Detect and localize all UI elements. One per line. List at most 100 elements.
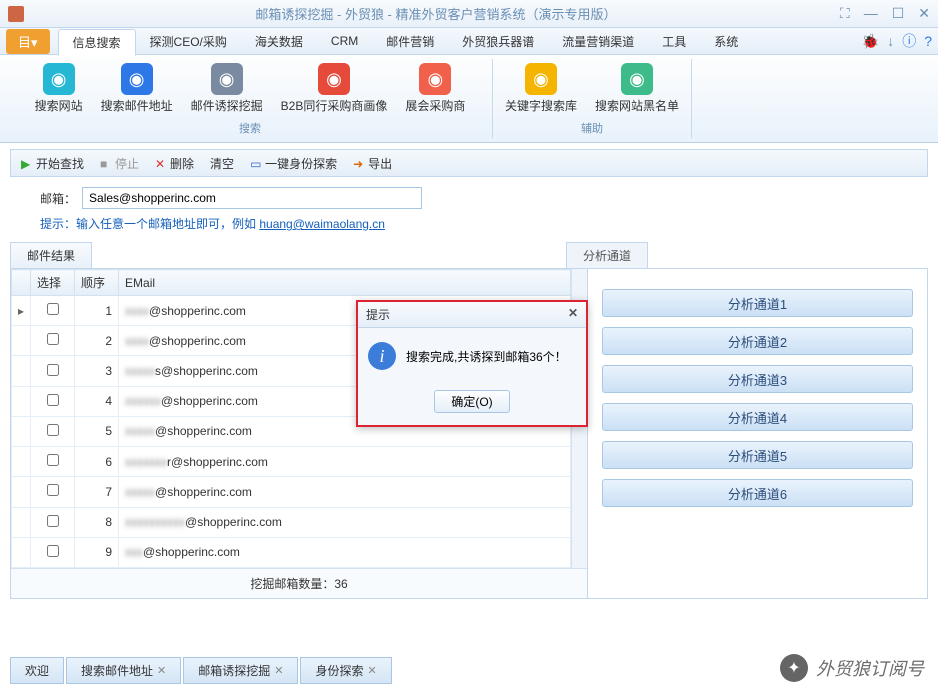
ribbon-icon: ◉ [43,63,75,95]
hint-text: 提示：输入任意一个邮箱地址即可，例如 huang@waimaolang.cn [40,215,918,232]
ribbon-icon: ◉ [525,63,557,95]
row-checkbox[interactable] [47,424,59,436]
ribbon-关键字搜索库[interactable]: ◉关键字搜索库 [497,59,585,118]
menu-customs[interactable]: 海关数据 [241,29,317,54]
tab-analysis[interactable]: 分析通道 [566,242,648,268]
menu-ceo[interactable]: 探测CEO/采购 [136,29,241,54]
row-checkbox-cell[interactable] [31,447,75,477]
row-checkbox[interactable] [47,394,59,406]
table-row[interactable]: 8xxxxxxxxxx@shopperinc.com [12,507,571,537]
ribbon-icon: ◉ [211,63,243,95]
ribbon-搜索网站黑名单[interactable]: ◉搜索网站黑名单 [587,59,687,118]
col-email: EMail [119,270,571,296]
maximize-icon[interactable]: ☐ [892,5,905,22]
row-pointer [12,416,31,446]
menu-mail-marketing[interactable]: 邮件营销 [372,29,448,54]
ribbon-邮件诱探挖掘[interactable]: ◉邮件诱探挖掘 [183,59,271,118]
row-checkbox-cell[interactable] [31,356,75,386]
email-input-row: 邮箱： [40,187,918,209]
menu-arsenal[interactable]: 外贸狼兵器谱 [448,29,548,54]
dialog-close-icon[interactable]: ✕ [568,306,578,323]
row-pointer [12,356,31,386]
row-checkbox-cell[interactable] [31,537,75,567]
tab-close-icon[interactable]: ✕ [368,664,377,677]
row-checkbox[interactable] [47,515,59,527]
row-checkbox[interactable] [47,303,59,315]
window-title: 邮箱诱探挖掘 - 外贸狼 - 精准外贸客户营销系统（演示专用版） [32,4,840,23]
ribbon-label: 搜索网站黑名单 [595,97,679,114]
minimize-icon[interactable]: — [864,5,878,22]
ribbon-label: 搜索邮件地址 [101,97,173,114]
ribbon-B2B同行采购商画像[interactable]: ◉B2B同行采购商画像 [273,59,396,118]
email-input[interactable] [82,187,422,209]
row-checkbox-cell[interactable] [31,326,75,356]
menu-traffic[interactable]: 流量营销渠道 [548,29,648,54]
close-icon[interactable]: ✕ [918,5,930,22]
table-row[interactable]: 9xxx@shopperinc.com [12,537,571,567]
bottom-tab[interactable]: 邮箱诱探挖掘✕ [183,657,298,684]
bottom-tab-label: 搜索邮件地址 [81,662,153,679]
bottom-tab[interactable]: 搜索邮件地址 ✕ [66,657,181,684]
ribbon-搜索邮件地址[interactable]: ◉ 搜索邮件地址 [93,59,181,118]
stop-button[interactable]: ■停止 [96,153,143,174]
menu-tools[interactable]: 工具 [648,29,700,54]
channel-button[interactable]: 分析通道1 [602,289,913,317]
ribbon-label: 搜索网站 [35,97,83,114]
row-checkbox-cell[interactable] [31,296,75,326]
row-checkbox[interactable] [47,545,59,557]
channel-button[interactable]: 分析通道3 [602,365,913,393]
refresh-icon[interactable]: ↓ [887,33,894,49]
start-search-button[interactable]: ▶开始查找 [17,153,88,174]
tab-mail-results[interactable]: 邮件结果 [10,242,92,268]
menu-crm[interactable]: CRM [317,30,372,52]
menu-info-search[interactable]: 信息搜索 [58,29,136,56]
bottom-tab-label: 身份探索 [315,662,363,679]
row-checkbox[interactable] [47,454,59,466]
tab-close-icon[interactable]: ✕ [274,664,283,677]
channel-button[interactable]: 分析通道4 [602,403,913,431]
row-checkbox-cell[interactable] [31,507,75,537]
ribbon-搜索网站[interactable]: ◉ 搜索网站 [27,59,91,118]
one-click-identity-button[interactable]: ▭一键身份探索 [246,153,341,174]
row-email: xxxxxxxr@shopperinc.com [119,447,571,477]
row-checkbox[interactable] [47,364,59,376]
menu-system[interactable]: 系统 [700,29,752,54]
bottom-tab[interactable]: 欢迎 [10,657,64,684]
dialog-title: 提示 [366,306,390,323]
watermark: ✦ 外贸狼订阅号 [780,654,924,682]
ribbon-icon: ◉ [121,63,153,95]
row-checkbox[interactable] [47,333,59,345]
restore-icon[interactable]: ⛶ [840,5,850,22]
watermark-text: 外贸狼订阅号 [816,655,924,681]
col-select: 选择 [31,270,75,296]
info-icon[interactable]: ⓘ [902,31,916,51]
row-checkbox[interactable] [47,484,59,496]
hint-link[interactable]: huang@waimaolang.cn [259,217,385,231]
bottom-tab-label: 欢迎 [25,662,49,679]
row-order: 7 [75,477,119,507]
tab-close-icon[interactable]: ✕ [157,664,166,677]
dialog-ok-button[interactable]: 确定(O) [434,390,509,413]
table-row[interactable]: 6xxxxxxxr@shopperinc.com [12,447,571,477]
channel-button[interactable]: 分析通道2 [602,327,913,355]
channel-button[interactable]: 分析通道5 [602,441,913,469]
row-checkbox-cell[interactable] [31,386,75,416]
bug-icon[interactable]: 🐞 [862,33,879,50]
row-pointer [12,447,31,477]
row-checkbox-cell[interactable] [31,477,75,507]
clear-button[interactable]: 清空 [206,153,238,174]
app-logo-icon [8,6,24,22]
help-icon[interactable]: ? [924,33,932,49]
channel-button[interactable]: 分析通道6 [602,479,913,507]
bottom-tab[interactable]: 身份探索 ✕ [300,657,391,684]
table-row[interactable]: 7xxxxx@shopperinc.com [12,477,571,507]
row-email: xxx@shopperinc.com [119,537,571,567]
col-order: 顺序 [75,270,119,296]
file-menu-button[interactable]: 目▾ [6,29,50,54]
ribbon-展会采购商[interactable]: ◉展会采购商 [397,59,473,118]
ribbon-group-search-label: 搜索 [239,118,261,138]
row-pointer [12,477,31,507]
delete-button[interactable]: ✕删除 [151,153,198,174]
row-checkbox-cell[interactable] [31,416,75,446]
export-button[interactable]: ➜导出 [349,153,396,174]
